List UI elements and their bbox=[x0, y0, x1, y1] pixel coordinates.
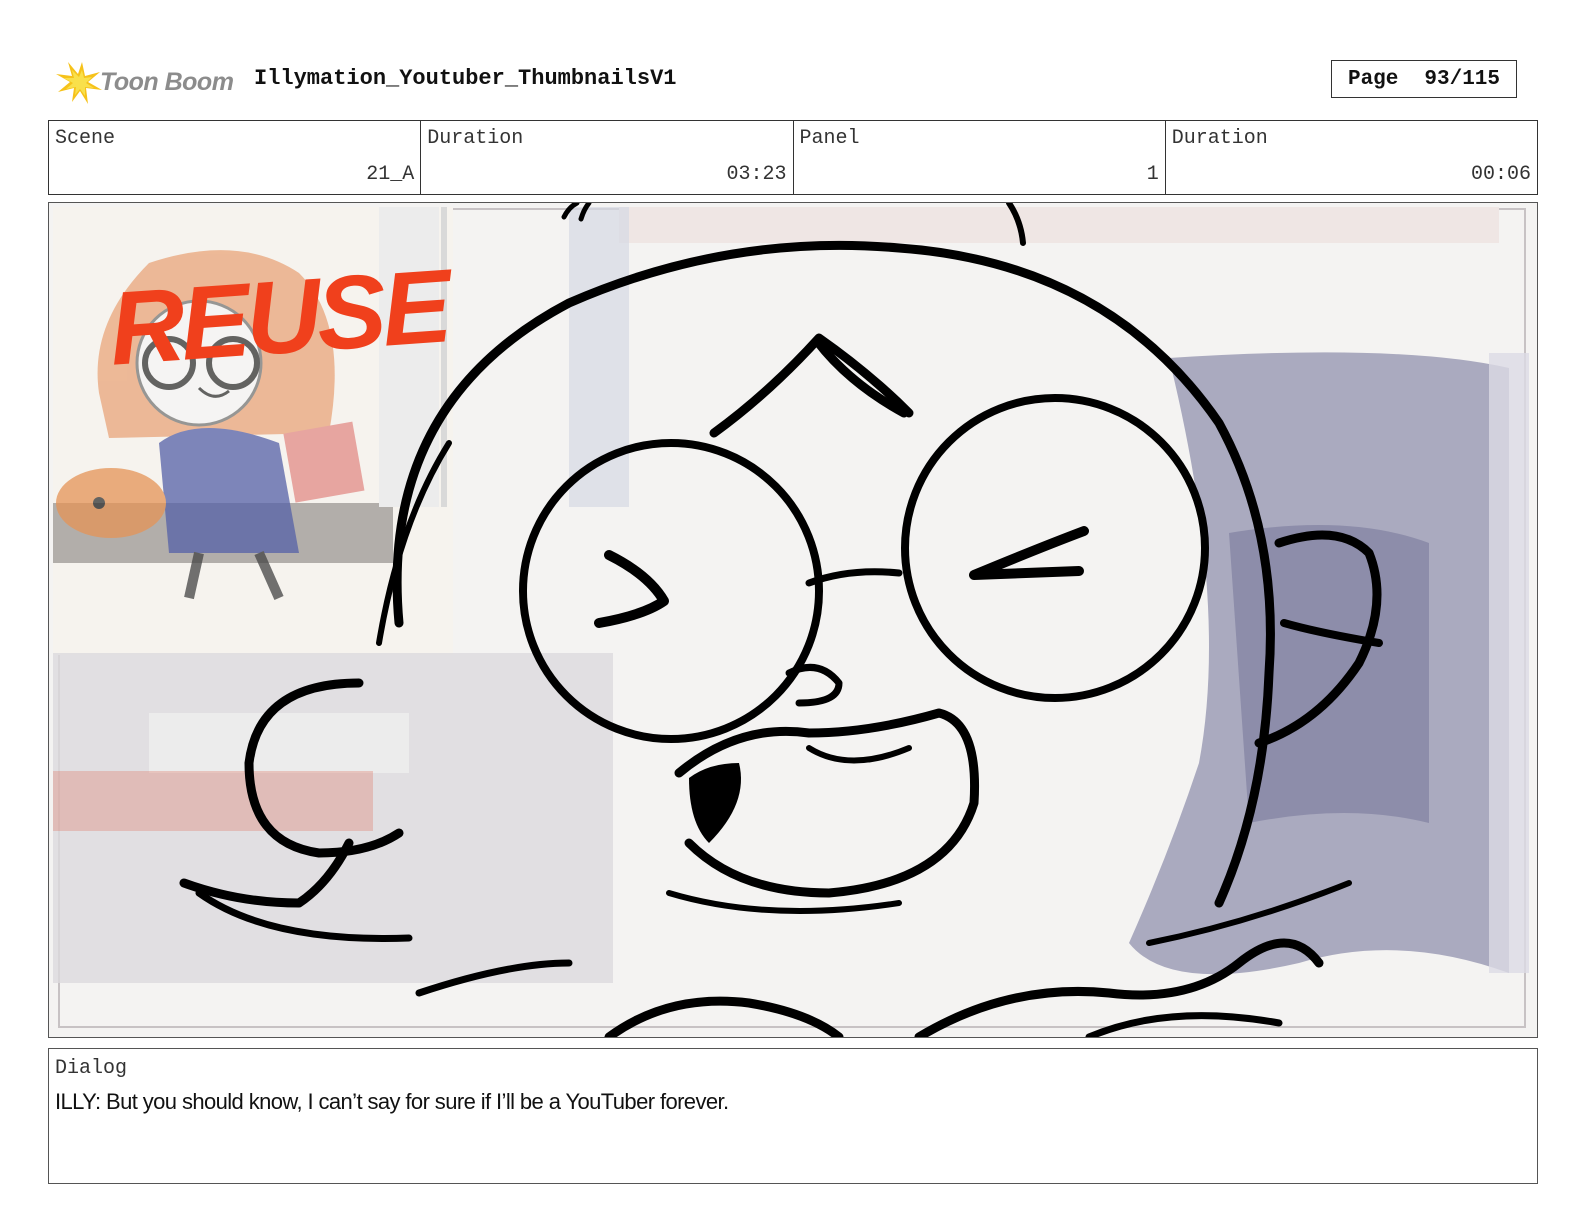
page-header: Toon Boom Illymation_Youtuber_Thumbnails… bbox=[48, 56, 1538, 108]
storyboard-panel: REUSE bbox=[48, 202, 1538, 1038]
starburst-icon bbox=[56, 62, 102, 104]
panel-info-table: Scene 21_A Duration 03:23 Panel 1 Durati… bbox=[48, 120, 1538, 195]
scene-duration-value: 03:23 bbox=[726, 163, 787, 186]
page-number: 93/115 bbox=[1424, 67, 1501, 91]
page-label: Page bbox=[1347, 67, 1399, 91]
panel-value: 1 bbox=[1146, 163, 1159, 186]
scene-duration-cell: Duration 03:23 bbox=[421, 121, 794, 194]
reuse-stamp: REUSE bbox=[106, 248, 458, 388]
scene-cell: Scene 21_A bbox=[49, 121, 422, 194]
panel-duration-cell: Duration 00:06 bbox=[1166, 121, 1537, 194]
page-indicator: Page 93/115 bbox=[1331, 60, 1517, 98]
scene-label: Scene bbox=[55, 127, 116, 150]
panel-cell: Panel 1 bbox=[794, 121, 1166, 194]
dialog-text: ILLY: But you should know, I can’t say f… bbox=[55, 1089, 729, 1114]
panel-duration-label: Duration bbox=[1171, 127, 1268, 150]
panel-label: Panel bbox=[799, 127, 860, 150]
scene-duration-label: Duration bbox=[427, 127, 524, 150]
toon-boom-logo: Toon Boom bbox=[52, 56, 242, 108]
scene-value: 21_A bbox=[366, 163, 415, 186]
project-title: Illymation_Youtuber_ThumbnailsV1 bbox=[254, 66, 677, 91]
panel-duration-value: 00:06 bbox=[1470, 163, 1531, 186]
dialog-label: Dialog bbox=[55, 1057, 128, 1080]
logo-text: Toon Boom bbox=[100, 67, 234, 96]
dialog-box: Dialog ILLY: But you should know, I can’… bbox=[48, 1048, 1538, 1184]
panel-drawing: REUSE bbox=[49, 203, 1537, 1037]
